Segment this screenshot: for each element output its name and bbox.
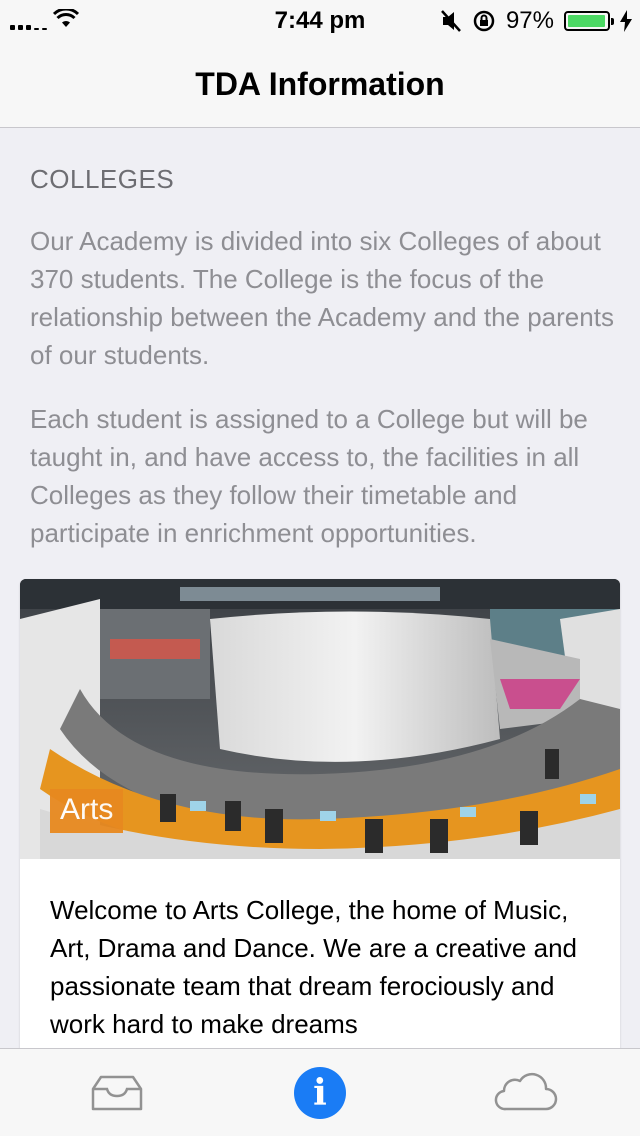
college-description: Welcome to Arts College, the home of Mus… xyxy=(50,895,577,1039)
charging-icon xyxy=(620,10,632,32)
navigation-bar: TDA Information xyxy=(0,40,640,128)
tab-bar: i xyxy=(0,1048,640,1136)
college-photo: Arts xyxy=(20,579,620,859)
tab-information[interactable]: i xyxy=(290,1063,350,1123)
status-bar: 7:44 pm 97% xyxy=(0,0,640,40)
status-right: 97% xyxy=(440,7,632,35)
battery-icon xyxy=(564,11,614,31)
scroll-content[interactable]: COLLEGES Our Academy is divided into six… xyxy=(0,128,640,1048)
tab-cloud[interactable] xyxy=(490,1063,558,1123)
inbox-icon xyxy=(91,1075,143,1111)
tab-inbox[interactable] xyxy=(87,1063,147,1123)
info-icon: i xyxy=(294,1067,346,1119)
mute-icon xyxy=(441,10,461,32)
cloud-icon xyxy=(494,1072,558,1111)
section-header: COLLEGES xyxy=(30,164,175,194)
college-badge: Arts xyxy=(50,789,124,833)
page-title: TDA Information xyxy=(195,66,445,102)
college-card[interactable]: Arts Welcome to Arts College, the home o… xyxy=(20,579,620,1048)
rotation-lock-icon xyxy=(473,10,495,32)
intro-paragraph: Our Academy is divided into six Colleges… xyxy=(30,226,614,370)
details-paragraph: Each student is assigned to a College bu… xyxy=(30,404,588,548)
battery-percent: 97% xyxy=(505,7,554,34)
battery-fill xyxy=(568,15,605,27)
